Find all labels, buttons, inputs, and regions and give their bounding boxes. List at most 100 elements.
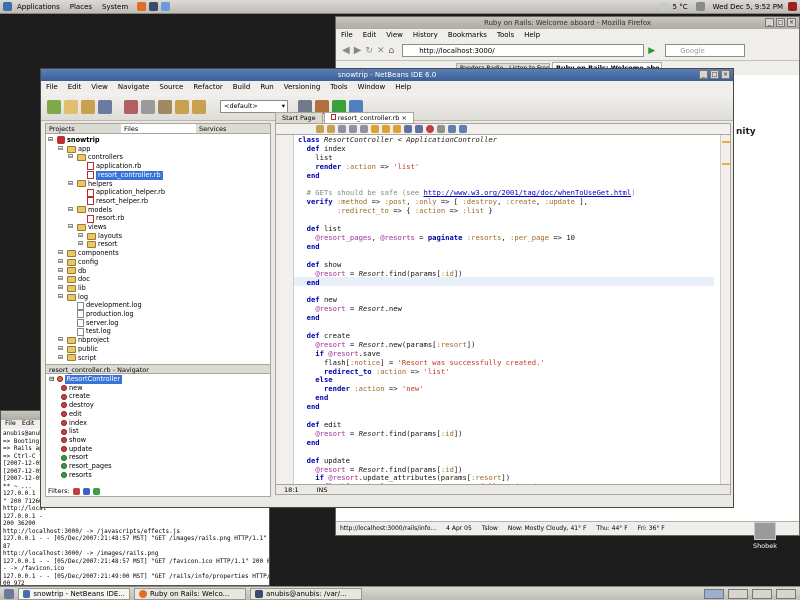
tree-item[interactable]: resort_helper.rb (48, 197, 268, 206)
workspace-1[interactable] (704, 588, 724, 599)
maximize-icon[interactable]: □ (776, 18, 785, 27)
menu-help[interactable]: Help (390, 83, 416, 91)
navigator-item[interactable]: new (49, 384, 267, 393)
back-icon[interactable]: ◀ (342, 45, 350, 56)
stripe-mark[interactable] (722, 163, 730, 165)
back-icon[interactable] (316, 125, 324, 133)
tree-item[interactable]: server.log (48, 319, 268, 328)
find-prev-icon[interactable] (349, 125, 357, 133)
code-text[interactable]: class ResortController < ApplicationCont… (298, 135, 636, 484)
expand-toggle-icon[interactable]: ⊟ (68, 180, 75, 189)
filter-inherited-icon[interactable] (92, 487, 100, 495)
menu-tools[interactable]: Tools (325, 83, 352, 91)
tab-services[interactable]: Services (196, 124, 229, 133)
volume-icon[interactable] (695, 2, 705, 11)
terminal-menu-edit[interactable]: Edit (22, 419, 35, 429)
new-project-icon[interactable] (47, 99, 61, 114)
error-stripe[interactable] (720, 135, 730, 484)
navigator-item[interactable]: resort_pages (49, 462, 267, 471)
undo-icon[interactable] (175, 99, 189, 114)
menu-source[interactable]: Source (154, 83, 188, 91)
tab-files[interactable]: Files (121, 124, 196, 133)
tree-item[interactable]: resort.rb (48, 214, 268, 223)
desktop-icon-shobek[interactable]: Shobek (742, 522, 788, 550)
terminal-launcher-icon[interactable] (149, 2, 159, 11)
bookmark-next-icon[interactable] (393, 125, 401, 133)
home-icon[interactable]: ⌂ (389, 46, 395, 56)
menu-build[interactable]: Build (228, 83, 256, 91)
navigator-item[interactable]: update (49, 445, 267, 454)
url-bar[interactable]: http://localhost:3000/ (402, 44, 645, 57)
tree-item[interactable]: ⊟ db (48, 267, 268, 276)
tree-item[interactable]: ⊟ controllers (48, 153, 268, 162)
expand-toggle-icon[interactable]: ⊟ (68, 223, 75, 232)
netbeans-titlebar[interactable]: snowtrip - NetBeans IDE 6.0 _ □ × (41, 69, 733, 81)
redo-icon[interactable] (192, 99, 206, 114)
open-project-icon[interactable] (81, 99, 95, 114)
highlight-icon[interactable] (371, 125, 379, 133)
tree-item[interactable]: production.log (48, 310, 268, 319)
tree-item[interactable]: development.log (48, 301, 268, 310)
minimize-icon[interactable]: _ (699, 70, 708, 79)
tree-item[interactable]: ⊟ script (48, 354, 268, 363)
paste-icon[interactable] (158, 99, 172, 114)
tree-item[interactable]: ⊟ snowtrip (48, 136, 268, 145)
filter-fields-icon[interactable] (72, 487, 80, 495)
firefox-titlebar[interactable]: Ruby on Rails: Welcome aboard - Mozilla … (336, 17, 799, 29)
new-file-icon[interactable] (64, 99, 78, 114)
expand-toggle-icon[interactable]: ⊟ (68, 206, 75, 215)
tree-item[interactable]: ⊟ nbproject (48, 336, 268, 345)
stripe-mark[interactable] (722, 141, 730, 143)
navigator-item[interactable]: edit (49, 410, 267, 419)
navigator-item[interactable]: create (49, 392, 267, 401)
tab-start-page[interactable]: Start Page (275, 112, 323, 123)
tree-item[interactable]: ⊟ components (48, 249, 268, 258)
task-firefox[interactable]: Ruby on Rails: Welco... (134, 587, 246, 600)
copy-icon[interactable] (141, 99, 155, 114)
menu-help[interactable]: Help (519, 31, 545, 39)
menu-edit[interactable]: Edit (63, 83, 87, 91)
menu-tools[interactable]: Tools (492, 31, 519, 39)
find-icon[interactable] (338, 125, 346, 133)
cut-icon[interactable] (124, 99, 138, 114)
menu-view[interactable]: View (86, 83, 113, 91)
expand-toggle-icon[interactable]: ⊟ (58, 249, 65, 258)
navigator-root[interactable]: ⊟ ResortController (49, 375, 267, 384)
tree-item[interactable]: ⊟ public (48, 345, 268, 354)
menu-run[interactable]: Run (255, 83, 278, 91)
comment-icon[interactable] (448, 125, 456, 133)
menu-navigate[interactable]: Navigate (113, 83, 154, 91)
expand-toggle-icon[interactable]: ⊟ (68, 153, 75, 162)
tree-item[interactable]: ⊟ helpers (48, 180, 268, 189)
expand-toggle-icon[interactable]: ⊟ (58, 354, 65, 363)
tree-item[interactable]: ⊟ layouts (48, 232, 268, 241)
forward-icon[interactable] (327, 125, 335, 133)
expand-toggle-icon[interactable]: ⊟ (58, 258, 65, 267)
expand-toggle-icon[interactable]: ⊟ (58, 345, 65, 354)
minimize-icon[interactable]: _ (765, 18, 774, 27)
temperature[interactable]: 5 °C (668, 3, 693, 11)
forward-icon[interactable]: ▶ (354, 45, 362, 56)
expand-toggle-icon[interactable]: ⊟ (58, 145, 65, 154)
tree-item[interactable]: ⊟ models (48, 206, 268, 215)
menu-view[interactable]: View (381, 31, 408, 39)
code-editor[interactable]: class ResortController < ApplicationCont… (275, 135, 731, 485)
mail-launcher-icon[interactable] (161, 2, 171, 11)
tree-item[interactable]: ⊟ views (48, 223, 268, 232)
clock[interactable]: Wed Dec 5, 9:52 PM (708, 3, 788, 11)
close-icon[interactable]: × (721, 70, 730, 79)
tree-item[interactable]: application.rb (48, 162, 268, 171)
expand-toggle-icon[interactable]: ⊟ (58, 293, 65, 302)
menu-file[interactable]: File (41, 83, 63, 91)
navigator-item[interactable]: resorts (49, 471, 267, 480)
expand-toggle-icon[interactable]: ⊟ (48, 136, 55, 145)
menu-history[interactable]: History (408, 31, 443, 39)
navigator-item[interactable]: resort (49, 453, 267, 462)
menu-bookmarks[interactable]: Bookmarks (443, 31, 492, 39)
tree-item[interactable]: ⊟ resort (48, 240, 268, 249)
menu-edit[interactable]: Edit (358, 31, 382, 39)
gnome-foot-icon[interactable] (3, 2, 12, 11)
search-input[interactable]: Google (665, 44, 746, 57)
reload-icon[interactable]: ↻ (365, 46, 373, 56)
tree-item[interactable]: test.log (48, 327, 268, 336)
